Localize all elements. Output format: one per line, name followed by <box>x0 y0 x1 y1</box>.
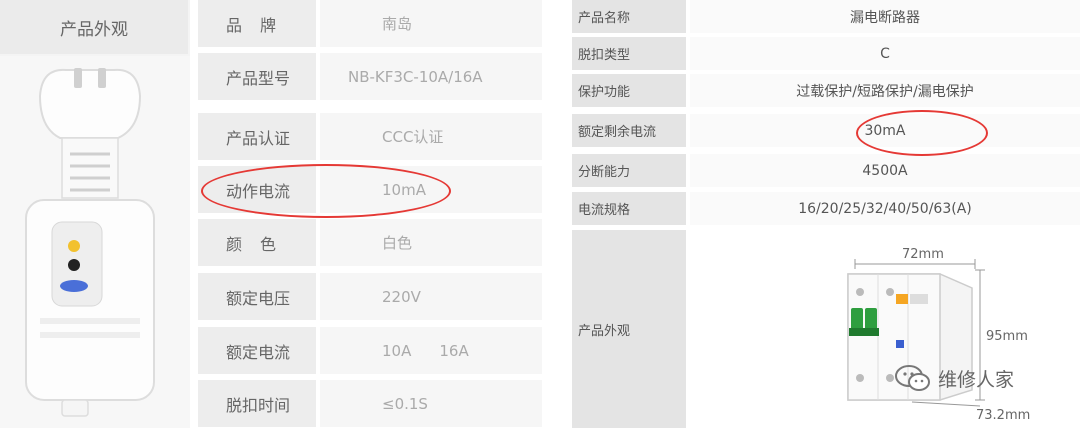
spec-label: 产品外观 <box>572 230 686 428</box>
spec-label: 脱扣时间 <box>198 380 316 427</box>
spec-label: 脱扣类型 <box>572 37 686 70</box>
breaker-image-cell: 72mm 95mm 73.2mm <box>690 230 1080 428</box>
spec-label: 分断能力 <box>572 154 686 187</box>
spec-label: 颜色 <box>198 219 316 266</box>
spec-row-model: 产品型号 NB-KF3C-10A/16A <box>198 53 542 100</box>
spec-label: 电流规格 <box>572 192 686 225</box>
spec-label: 额定电压 <box>198 273 316 320</box>
spec-row-trip-time: 脱扣时间 ≤0.1S <box>198 380 542 427</box>
depth-dimension-label: 73.2mm <box>976 408 1030 423</box>
spec-row-product-name: 产品名称 漏电断路器 <box>572 0 1080 33</box>
watermark-text: 维修人家 <box>938 368 1015 391</box>
spec-row-brand: 品牌 南岛 <box>198 0 542 47</box>
spec-value: CCC认证 <box>320 113 542 160</box>
spec-label: 额定剩余电流 <box>572 114 686 147</box>
spec-row-color: 颜色 白色 <box>198 219 542 266</box>
product-appearance-panel: 产品外观 <box>0 0 190 428</box>
product-appearance-header: 产品外观 <box>0 0 188 54</box>
residual-current-highlight-ellipse <box>856 110 988 156</box>
spec-label: 品牌 <box>198 0 316 47</box>
leakage-plug-image <box>0 56 190 428</box>
trip-current-highlight-ellipse <box>201 164 451 218</box>
spec-row-protection: 保护功能 过载保护/短路保护/漏电保护 <box>572 74 1080 107</box>
leakage-protection-plug-icon <box>25 68 155 417</box>
spec-label: 产品型号 <box>198 53 316 100</box>
spec-value: ≤0.1S <box>320 380 542 427</box>
spec-row-rated-voltage: 额定电压 220V <box>198 273 542 320</box>
spec-row-certification: 产品认证 CCC认证 <box>198 113 542 160</box>
spec-value: 220V <box>320 273 542 320</box>
spec-value: 漏电断路器 <box>690 0 1080 33</box>
spec-table-plug: 品牌 南岛 产品型号 NB-KF3C-10A/16A 产品认证 CCC认证 动作… <box>198 0 542 428</box>
width-dimension-label: 72mm <box>902 247 944 262</box>
spec-row-appearance: 产品外观 72mm 95mm 73.2mm <box>572 230 1080 428</box>
spec-value: 白色 <box>320 219 542 266</box>
spec-row-trip-type: 脱扣类型 C <box>572 37 1080 70</box>
spec-value: 10A 16A <box>320 327 542 374</box>
spec-value: 南岛 <box>320 0 542 47</box>
spec-row-current-specs: 电流规格 16/20/25/32/40/50/63(A) <box>572 192 1080 225</box>
spec-label: 额定电流 <box>198 327 316 374</box>
rated-current-10a: 10A <box>382 341 412 360</box>
rated-current-16a: 16A <box>439 341 469 360</box>
spec-label: 保护功能 <box>572 74 686 107</box>
wechat-icon <box>895 365 930 391</box>
spec-value: C <box>690 37 1080 70</box>
spec-row-residual-current: 额定剩余电流 30mA <box>572 114 1080 147</box>
spec-label: 产品认证 <box>198 113 316 160</box>
spec-row-rated-current: 额定电流 10A 16A <box>198 327 542 374</box>
spec-value: NB-KF3C-10A/16A <box>320 53 542 100</box>
spec-value: 4500A <box>690 154 1080 187</box>
spec-row-breaking-capacity: 分断能力 4500A <box>572 154 1080 187</box>
spec-value: 16/20/25/32/40/50/63(A) <box>690 192 1080 225</box>
circuit-breaker-icon: 72mm 95mm 73.2mm <box>847 247 1030 423</box>
spec-label: 产品名称 <box>572 0 686 33</box>
spec-value: 过载保护/短路保护/漏电保护 <box>690 74 1080 107</box>
height-dimension-label: 95mm <box>986 329 1028 344</box>
watermark: 维修人家 <box>894 360 1014 396</box>
